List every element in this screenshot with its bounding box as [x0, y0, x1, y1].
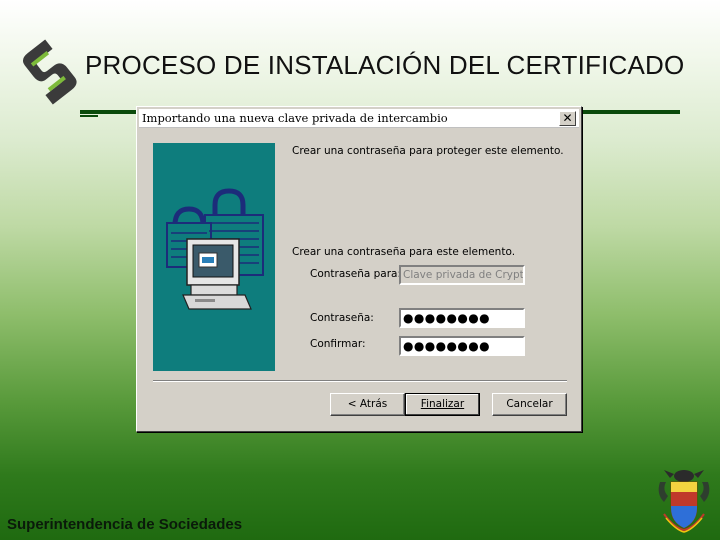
dialog-heading: Crear una contraseña para proteger este …	[292, 145, 564, 157]
password-input[interactable]: ●●●●●●●●	[399, 308, 525, 328]
title-rule-accent	[80, 115, 98, 117]
password-label: Contraseña:	[310, 312, 374, 324]
finish-button-label: Finalizar	[420, 398, 465, 410]
button-separator	[153, 380, 567, 382]
dialog-titlebar[interactable]: Importando una nueva clave privada de in…	[139, 109, 579, 128]
dialog-title: Importando una nueva clave privada de in…	[142, 111, 448, 125]
footer-organization: Superintendencia de Sociedades	[7, 516, 243, 533]
back-button[interactable]: < Atrás	[330, 393, 405, 416]
coat-of-arms-icon	[658, 470, 710, 533]
cancel-button[interactable]: Cancelar	[492, 393, 567, 416]
wizard-side-panel	[153, 143, 275, 371]
confirm-label: Confirmar:	[310, 338, 366, 350]
password-for-field: Clave privada de Crypto.A	[399, 265, 525, 285]
close-button[interactable]: ✕	[559, 111, 576, 126]
confirm-password-input[interactable]: ●●●●●●●●	[399, 336, 525, 356]
finish-button[interactable]: Finalizar	[405, 393, 480, 416]
import-key-dialog: Importando una nueva clave privada de in…	[136, 106, 582, 432]
logo-icon	[22, 39, 77, 105]
password-for-label: Contraseña para:	[310, 268, 402, 280]
slide-title: PROCESO DE INSTALACIÓN DEL CERTIFICADO	[85, 50, 685, 80]
dialog-subheading: Crear una contraseña para este elemento.	[292, 246, 516, 258]
close-icon: ✕	[562, 111, 573, 125]
computer-lock-icon	[166, 188, 264, 310]
